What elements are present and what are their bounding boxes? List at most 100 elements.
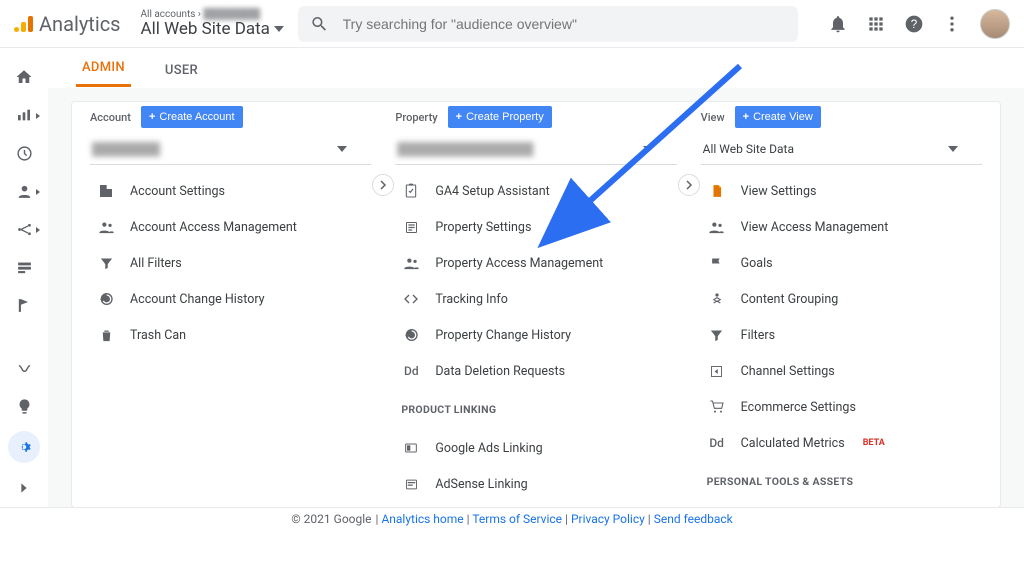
view-item[interactable]: Ecommerce Settings bbox=[701, 389, 982, 425]
tab-admin[interactable]: ADMIN bbox=[76, 50, 131, 87]
code-icon bbox=[401, 291, 421, 307]
admin-icon[interactable] bbox=[8, 431, 40, 463]
more-vert-icon[interactable] bbox=[942, 14, 962, 34]
assistant-icon bbox=[401, 183, 421, 199]
attribution-icon[interactable] bbox=[11, 355, 37, 381]
item-label: Channel Settings bbox=[741, 364, 835, 379]
account-item[interactable]: All Filters bbox=[90, 245, 371, 281]
product-name: Analytics bbox=[39, 12, 121, 36]
view-item[interactable]: Dd Calculated Metrics BETA bbox=[701, 425, 982, 461]
create-property-button[interactable]: +Create Property bbox=[448, 106, 552, 128]
collapse-icon[interactable] bbox=[11, 475, 37, 501]
help-icon[interactable]: ? bbox=[904, 14, 924, 34]
svg-text:?: ? bbox=[911, 18, 918, 31]
view-selector[interactable]: All Web Site Data bbox=[701, 136, 982, 165]
item-label: Tracking Info bbox=[435, 292, 508, 307]
funnel-icon bbox=[96, 256, 116, 271]
property-item[interactable]: Dd Data Deletion Requests bbox=[395, 353, 676, 389]
column-label: Account bbox=[90, 111, 131, 124]
acquisition-icon[interactable] bbox=[11, 216, 37, 242]
account-switcher[interactable]: All accounts › ████████ All Web Site Dat… bbox=[141, 9, 284, 39]
footer-link[interactable]: Analytics home bbox=[381, 512, 463, 526]
footer-link[interactable]: Terms of Service bbox=[472, 512, 562, 526]
cart-icon bbox=[707, 399, 727, 415]
view-item[interactable]: View Access Management bbox=[701, 209, 982, 245]
caret-down-icon bbox=[337, 146, 347, 152]
discover-icon[interactable] bbox=[11, 393, 37, 419]
column-account: Account +Create Account ████████ Account… bbox=[78, 102, 383, 507]
item-label: Data Deletion Requests bbox=[435, 364, 565, 379]
view-item[interactable]: Content Grouping bbox=[701, 281, 982, 317]
history-icon bbox=[96, 291, 116, 307]
search-icon bbox=[310, 14, 329, 34]
create-account-button[interactable]: +Create Account bbox=[141, 106, 243, 128]
item-label: Calculated Metrics bbox=[741, 436, 845, 451]
people-icon bbox=[96, 219, 116, 236]
people-icon bbox=[707, 219, 727, 236]
property-item[interactable]: Property Change History bbox=[395, 317, 676, 353]
adsense-icon bbox=[401, 477, 421, 492]
item-label: Account Access Management bbox=[130, 220, 297, 235]
property-item[interactable]: Property Settings bbox=[395, 209, 676, 245]
ads-icon bbox=[401, 440, 421, 456]
item-label: Account Settings bbox=[130, 184, 225, 199]
view-item[interactable]: Goals bbox=[701, 245, 982, 281]
home-icon[interactable] bbox=[11, 64, 37, 90]
ga-logo-block: Analytics bbox=[14, 12, 121, 36]
tab-user[interactable]: USER bbox=[159, 53, 204, 87]
behavior-icon[interactable] bbox=[11, 254, 37, 280]
dd-icon: Dd bbox=[707, 436, 727, 450]
account-item[interactable]: Trash Can bbox=[90, 317, 371, 353]
property-item[interactable]: Tracking Info bbox=[395, 281, 676, 317]
view-item[interactable]: View Settings bbox=[701, 173, 982, 209]
account-selector[interactable]: ████████ bbox=[90, 136, 371, 165]
channel-icon bbox=[707, 364, 727, 379]
settings-icon bbox=[401, 220, 421, 235]
property-selector[interactable]: ████████████████ bbox=[395, 136, 676, 165]
account-item[interactable]: Account Access Management bbox=[90, 209, 371, 245]
history-icon bbox=[401, 327, 421, 343]
dd-icon: Dd bbox=[401, 364, 421, 378]
account-item[interactable]: Account Settings bbox=[90, 173, 371, 209]
footer-link[interactable]: Privacy Policy bbox=[571, 512, 645, 526]
column-label: Property bbox=[395, 111, 437, 124]
create-view-button[interactable]: +Create View bbox=[735, 106, 821, 128]
linking-item[interactable]: AdSense Linking bbox=[395, 466, 676, 502]
item-label: Ecommerce Settings bbox=[741, 400, 856, 415]
left-rail bbox=[0, 48, 48, 507]
item-label: View Access Management bbox=[741, 220, 889, 235]
item-label: GA4 Setup Assistant bbox=[435, 184, 549, 199]
flag-icon bbox=[707, 256, 727, 271]
property-item[interactable]: Property Access Management bbox=[395, 245, 676, 281]
page-icon bbox=[707, 183, 727, 199]
bell-icon[interactable] bbox=[828, 14, 848, 34]
item-label: Trash Can bbox=[130, 328, 186, 343]
admin-tabs: ADMIN USER bbox=[48, 48, 1024, 88]
account-item[interactable]: Account Change History bbox=[90, 281, 371, 317]
reports-icon[interactable] bbox=[11, 102, 37, 128]
search-input[interactable] bbox=[341, 15, 786, 33]
subhead-personal: PERSONAL TOOLS & ASSETS bbox=[701, 461, 982, 494]
group-icon bbox=[707, 291, 727, 307]
search-bar[interactable] bbox=[298, 6, 798, 42]
linking-item[interactable]: Google Ads Linking bbox=[395, 430, 676, 466]
column-view: View +Create View All Web Site Data View… bbox=[689, 102, 994, 507]
avatar[interactable] bbox=[980, 9, 1010, 39]
conversions-icon[interactable] bbox=[11, 292, 37, 318]
view-item[interactable]: Filters bbox=[701, 317, 982, 353]
column-label: View bbox=[701, 111, 725, 124]
property-item[interactable]: GA4 Setup Assistant bbox=[395, 173, 676, 209]
trash-icon bbox=[96, 328, 116, 343]
building-icon bbox=[96, 183, 116, 199]
view-item[interactable]: Channel Settings bbox=[701, 353, 982, 389]
item-label: Account Change History bbox=[130, 292, 265, 307]
footer-link[interactable]: Send feedback bbox=[654, 512, 733, 526]
item-label: Content Grouping bbox=[741, 292, 839, 307]
audience-icon[interactable] bbox=[11, 178, 37, 204]
realtime-icon[interactable] bbox=[11, 140, 37, 166]
item-label: Property Access Management bbox=[435, 256, 603, 271]
apps-icon[interactable] bbox=[866, 14, 886, 34]
beta-badge: BETA bbox=[863, 438, 885, 448]
collapse-property-icon[interactable] bbox=[678, 174, 700, 196]
caret-down-icon bbox=[643, 146, 653, 152]
